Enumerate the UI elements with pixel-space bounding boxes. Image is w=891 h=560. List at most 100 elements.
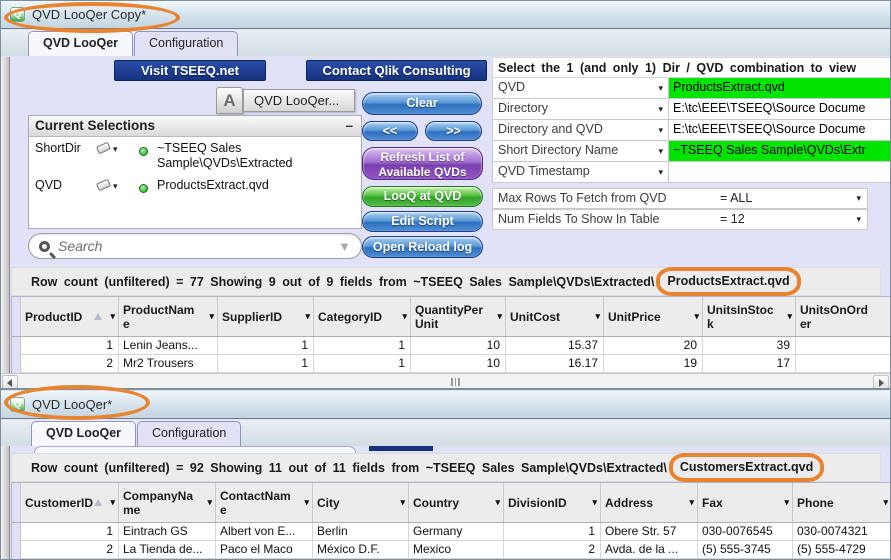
column-header-city[interactable]: City ▾ [313, 483, 409, 522]
products-table[interactable]: ProductID ▾ ProductName ▾ SupplierID ▾ Categor… [11, 296, 890, 373]
table-cell: Obere Str. 57 [601, 523, 698, 541]
column-header-contactname[interactable]: ContactName ▾ [216, 483, 313, 522]
eraser-icon[interactable] [95, 141, 112, 155]
dropdown-icon[interactable]: ▾ [658, 83, 663, 93]
table-row[interactable]: 1 Eintrach GS Albert von E... Berlin Germany… [12, 523, 890, 541]
column-dropdown-icon[interactable]: ▾ [497, 311, 502, 322]
column-dropdown-icon[interactable]: ▾ [592, 497, 597, 508]
selector-label[interactable]: QVD ▾ [492, 78, 669, 99]
table-cell: 1 [218, 355, 314, 373]
contact-qlik-button[interactable]: Contact Qlik Consulting [306, 60, 487, 81]
selector-value[interactable]: ProductsExtract.qvd [669, 78, 890, 99]
column-header-companyname[interactable]: CompanyName ▾ [119, 483, 216, 522]
setting-max-rows[interactable]: Max Rows To Fetch from QVD = ALL ▾ [492, 188, 868, 209]
selector-label[interactable]: Short Directory Name ▾ [492, 141, 669, 162]
dropdown-icon[interactable]: ▾ [856, 212, 861, 229]
window-titlebar[interactable]: Q QVD LooQer* [1, 391, 890, 419]
search-box[interactable]: Search ▼ [28, 233, 362, 259]
refresh-qvds-button[interactable]: Refresh List of Available QVDs [362, 147, 483, 180]
column-header-productname[interactable]: ProductName ▾ [119, 297, 218, 336]
column-dropdown-icon[interactable]: ▾ [402, 311, 407, 322]
column-header-quantityperunit[interactable]: QuantityPerUnit ▾ [411, 297, 506, 336]
column-header-country[interactable]: Country ▾ [409, 483, 504, 522]
column-dropdown-icon[interactable]: ▾ [689, 497, 694, 508]
column-dropdown-icon[interactable]: ▾ [787, 311, 792, 322]
column-dropdown-icon[interactable]: ▾ [110, 311, 115, 322]
tab-configuration[interactable]: Configuration [134, 31, 239, 56]
dropdown-icon[interactable]: ▾ [658, 146, 663, 156]
column-dropdown-icon[interactable]: ▾ [784, 497, 789, 508]
column-header-supplierid[interactable]: SupplierID ▾ [218, 297, 314, 336]
dropdown-icon[interactable]: ▾ [856, 191, 861, 208]
column-header-unitsinstock[interactable]: UnitsInStock ▾ [703, 297, 796, 336]
dropdown-icon[interactable]: ▾ [658, 104, 663, 114]
table-row[interactable]: 1 Lenin Jeans... 1 1 10 15.37 20 39 [12, 337, 890, 355]
minimize-button[interactable]: – [345, 118, 353, 136]
open-reload-log-button[interactable]: Open Reload log [362, 236, 483, 258]
eraser-dropdown-icon[interactable]: ▾ [113, 144, 118, 154]
scroll-right-button[interactable] [873, 375, 889, 388]
edit-script-button[interactable]: Edit Script [362, 211, 483, 232]
column-header-unitprice[interactable]: UnitPrice ▾ [604, 297, 703, 336]
column-dropdown-icon[interactable]: ▾ [883, 497, 888, 508]
visit-tseeq-button[interactable]: Visit TSEEQ.net [114, 60, 266, 81]
selector-value[interactable] [669, 162, 890, 183]
back-button[interactable]: << [362, 121, 418, 141]
selector-value[interactable]: ~TSEEQ Sales Sample\QVDs\Extr [669, 141, 890, 162]
table-row[interactable]: 2 La Tienda de... Paco el Maco México D.F. M… [12, 541, 890, 559]
eraser-icon[interactable] [95, 178, 112, 192]
column-header-label: CompanyName [123, 488, 194, 517]
customers-table[interactable]: CustomerID ▾ CompanyName ▾ ContactName ▾ City ▾… [11, 482, 890, 559]
column-dropdown-icon[interactable]: ▾ [209, 311, 214, 322]
tab-configuration[interactable]: Configuration [137, 421, 242, 446]
column-header-phone[interactable]: Phone ▾ [793, 483, 890, 522]
scrollbar-grip[interactable] [451, 378, 460, 386]
dropdown-icon[interactable]: ▾ [658, 125, 663, 135]
column-header-fax[interactable]: Fax ▾ [698, 483, 793, 522]
column-dropdown-icon[interactable]: ▾ [305, 311, 310, 322]
selector-label[interactable]: Directory ▾ [492, 99, 669, 120]
column-header-unitcost[interactable]: UnitCost ▾ [506, 297, 604, 336]
table-cell: 2 [21, 355, 119, 373]
selection-value[interactable]: ~TSEEQ Sales Sample\QVDs\Extracted [157, 141, 355, 171]
button-top-edge [369, 446, 433, 451]
eraser-dropdown-icon[interactable]: ▾ [113, 181, 118, 191]
selector-label[interactable]: Directory and QVD ▾ [492, 120, 669, 141]
looq-at-qvd-button[interactable]: LooQ at QVD [362, 186, 483, 207]
column-header-productid[interactable]: ProductID ▾ [21, 297, 119, 336]
search-dropdown-icon[interactable]: ▼ [338, 239, 351, 254]
column-dropdown-icon[interactable]: ▾ [304, 497, 309, 508]
text-object-icon[interactable]: A [216, 87, 243, 114]
column-header-categoryid[interactable]: CategoryID ▾ [314, 297, 411, 336]
window-titlebar[interactable]: Q QVD LooQer Copy* [1, 1, 890, 29]
selector-value[interactable]: E:\tc\EEE\TSEEQ\Source Docume [669, 120, 890, 141]
column-dropdown-icon[interactable]: ▾ [595, 311, 600, 322]
column-dropdown-icon[interactable]: ▾ [207, 497, 212, 508]
selector-value[interactable]: E:\tc\EEE\TSEEQ\Source Docume [669, 99, 890, 120]
column-dropdown-icon[interactable]: ▾ [400, 497, 405, 508]
column-header-unitsonorder[interactable]: UnitsOnOrder [796, 297, 890, 336]
selection-value[interactable]: ProductsExtract.qvd [157, 178, 355, 196]
column-header-label: DivisionID [508, 495, 567, 510]
forward-button[interactable]: >> [425, 121, 482, 141]
horizontal-scrollbar[interactable] [1, 373, 890, 388]
table-row[interactable]: 2 Mr2 Trousers 1 1 10 16.17 19 17 [12, 355, 890, 373]
column-header-divisionid[interactable]: DivisionID ▾ [504, 483, 601, 522]
column-header-label: QuantityPerUnit [415, 302, 484, 331]
selector-row-qvd-timestamp: QVD Timestamp ▾ [492, 162, 890, 183]
column-dropdown-icon[interactable]: ▾ [495, 497, 500, 508]
column-dropdown-icon[interactable]: ▾ [694, 311, 699, 322]
tab-qvd-looqer[interactable]: QVD LooQer [28, 31, 134, 56]
setting-num-fields[interactable]: Num Fields To Show In Table = 12 ▾ [492, 209, 868, 230]
text-object-caption[interactable]: QVD LooQer... [243, 89, 355, 112]
column-header-address[interactable]: Address ▾ [601, 483, 698, 522]
dropdown-icon[interactable]: ▾ [658, 167, 663, 177]
table-cell: 10 [411, 337, 506, 355]
tab-qvd-looqer[interactable]: QVD LooQer [31, 421, 137, 446]
column-dropdown-icon[interactable]: ▾ [110, 497, 115, 508]
scroll-left-button[interactable] [2, 375, 18, 388]
table-cell: Mexico [409, 541, 504, 559]
selector-label[interactable]: QVD Timestamp ▾ [492, 162, 669, 183]
column-header-customerid[interactable]: CustomerID ▾ [21, 483, 119, 522]
clear-button[interactable]: Clear [362, 92, 482, 115]
